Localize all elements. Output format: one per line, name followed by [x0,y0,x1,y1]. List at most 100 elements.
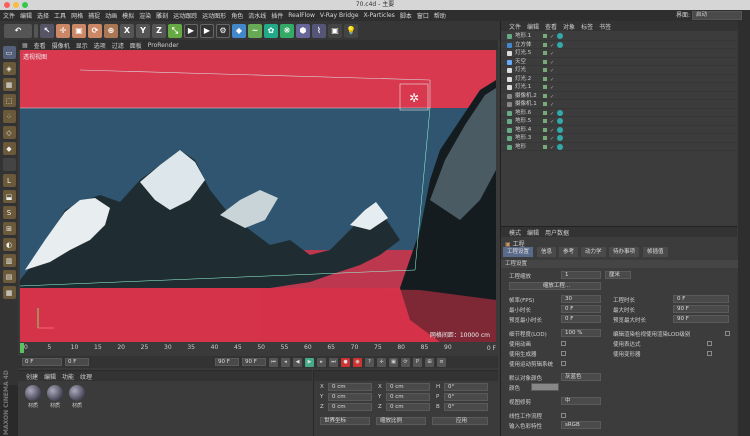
param-key-icon[interactable]: P [413,357,422,367]
visibility-toggle[interactable] [543,76,547,81]
record-icon[interactable]: ● [341,357,350,367]
object-menu-item[interactable]: 查看 [545,22,557,31]
menu-item[interactable]: 捕捉 [88,11,100,20]
material-item[interactable]: 材质 [68,385,86,409]
points-mode-icon[interactable]: ⁘ [2,110,16,123]
scale-project-button[interactable]: 缩放工程... [509,282,601,290]
visibility-toggle[interactable] [543,51,547,55]
sculpt-icon[interactable]: ▥ [2,254,16,267]
menu-item[interactable]: 脚本 [400,11,412,20]
solo-icon[interactable]: ▤ [2,270,16,283]
visibility-toggle[interactable] [543,136,547,140]
object-row[interactable]: 地形.4 ✓ [501,126,738,134]
lod-field[interactable]: 100 % [561,329,601,337]
viewport-layout-icon[interactable]: ▦ [22,42,28,49]
window-controls[interactable] [4,2,28,8]
viewport-menu-item[interactable]: 摄像机 [52,41,70,50]
viewport-menu-item[interactable]: 查看 [34,41,46,50]
autokey-icon[interactable]: ◉ [353,357,362,367]
make-editable-icon[interactable]: ▭ [2,46,16,59]
attribute-tab[interactable]: 待办事项 [609,247,640,257]
viewport-3d[interactable]: ✲ 透视视图 网格间距：10000 cm [20,50,496,342]
menu-item[interactable]: 窗口 [417,11,429,20]
axis-z-button[interactable]: Z [152,23,166,38]
object-row[interactable]: 摄像机.2 ✓ [501,92,738,100]
axis-y-button[interactable]: Y [136,23,150,38]
coord-system-icon[interactable]: ⤡ [168,23,182,38]
goto-end-icon[interactable]: ⏭ [329,357,338,367]
move-icon[interactable]: ✛ [56,23,70,38]
axis-mode-icon[interactable]: L [2,174,16,187]
camera-icon[interactable]: ▣ [328,23,342,38]
menu-item[interactable]: 雕刻 [156,11,168,20]
linear-workflow-checkbox[interactable] [561,413,566,418]
timeline-menu-icon[interactable]: ≡ [437,357,446,367]
visibility-toggle[interactable] [543,93,547,98]
attribute-tab[interactable]: 动力学 [581,247,606,257]
object-row[interactable]: 天空 ✓ [501,58,738,66]
menu-item[interactable]: 插件 [271,11,283,20]
use-deformers-checkbox[interactable] [707,351,712,356]
max-time-field[interactable]: 90 F [673,305,729,313]
use-expressions-checkbox[interactable] [707,341,712,346]
minimize-icon[interactable] [13,2,19,8]
material-item[interactable]: 材质 [24,385,42,409]
object-row[interactable]: 立方体 ✓ [501,41,738,49]
viewport-menu-item[interactable]: 选项 [94,41,106,50]
preview-max-field[interactable]: 90 F [673,315,729,323]
visibility-toggle[interactable] [543,127,547,132]
array-icon[interactable]: ❋ [280,23,294,38]
material-menu-item[interactable]: 创建 [26,372,38,381]
menu-item[interactable]: X-Particles [364,12,395,19]
material-menu-item[interactable]: 纹理 [80,372,92,381]
rotation-key-icon[interactable]: ⟳ [401,357,410,367]
viewport-menu-item[interactable]: 面板 [130,41,142,50]
object-menu-item[interactable]: 编辑 [527,22,539,31]
tag-icon[interactable] [557,135,563,141]
tweak-mode-icon[interactable]: ⬓ [2,190,16,203]
axis-x-button[interactable]: X [120,23,134,38]
keyframe-selection-icon[interactable]: ? [365,357,374,367]
attribute-tab[interactable]: 帧插值 [643,247,668,257]
visibility-toggle[interactable] [543,85,547,89]
menu-item[interactable]: 动画 [105,11,117,20]
render-settings-icon[interactable]: ⚙ [216,23,230,38]
coord-scale-select[interactable]: 缩放比例 [376,417,426,425]
menu-item[interactable]: RealFlow [288,12,315,19]
polygons-mode-icon[interactable]: ◆ [2,142,16,155]
enable-check-icon[interactable]: ✓ [550,144,554,153]
object-row[interactable]: 灯光.5 ✓ [501,49,738,58]
object-menu-item[interactable]: 文件 [509,22,521,31]
scene-icon[interactable]: ⌇ [312,23,326,38]
tag-icon[interactable] [557,118,563,124]
object-row[interactable]: 地形.5 ✓ [501,117,738,126]
scale-icon[interactable]: ▣ [72,23,86,38]
object-menu-item[interactable]: 对象 [563,22,575,31]
coord-size-field[interactable]: 0 cm [386,393,430,401]
attribute-menu-item[interactable]: 模式 [509,228,521,237]
material-menu-item[interactable]: 编辑 [44,372,56,381]
nurbs-icon[interactable]: ✿ [264,23,278,38]
menu-item[interactable]: 网格 [71,11,83,20]
menu-item[interactable]: 选择 [37,11,49,20]
fps-field[interactable]: 30 [561,295,601,303]
goto-start-icon[interactable]: ⏮ [269,357,278,367]
paint-icon[interactable]: ◐ [2,238,16,251]
position-key-icon[interactable]: ✛ [377,357,386,367]
object-menu-item[interactable]: 书签 [599,22,611,31]
coord-pos-field[interactable]: 0 cm [328,383,372,391]
scale-field[interactable]: 1 [561,271,601,279]
live-select-icon[interactable]: ↖ [40,23,54,38]
coord-size-field[interactable]: 0 cm [386,403,430,411]
color-swatch[interactable] [531,383,559,391]
duration-field[interactable]: 0 F [673,295,729,303]
play-icon[interactable]: ▶ [305,357,314,367]
undo-button[interactable]: ↶ [4,23,32,38]
visibility-toggle[interactable] [543,34,547,38]
view-clip-select[interactable]: 中 [561,397,601,405]
material-menu-item[interactable]: 功能 [62,372,74,381]
menu-item[interactable]: 工具 [54,11,66,20]
input-color-select[interactable]: sRGB [561,421,601,429]
object-row[interactable]: 地形.6 ✓ [501,109,738,117]
viewport-menu-item[interactable]: 显示 [76,41,88,50]
